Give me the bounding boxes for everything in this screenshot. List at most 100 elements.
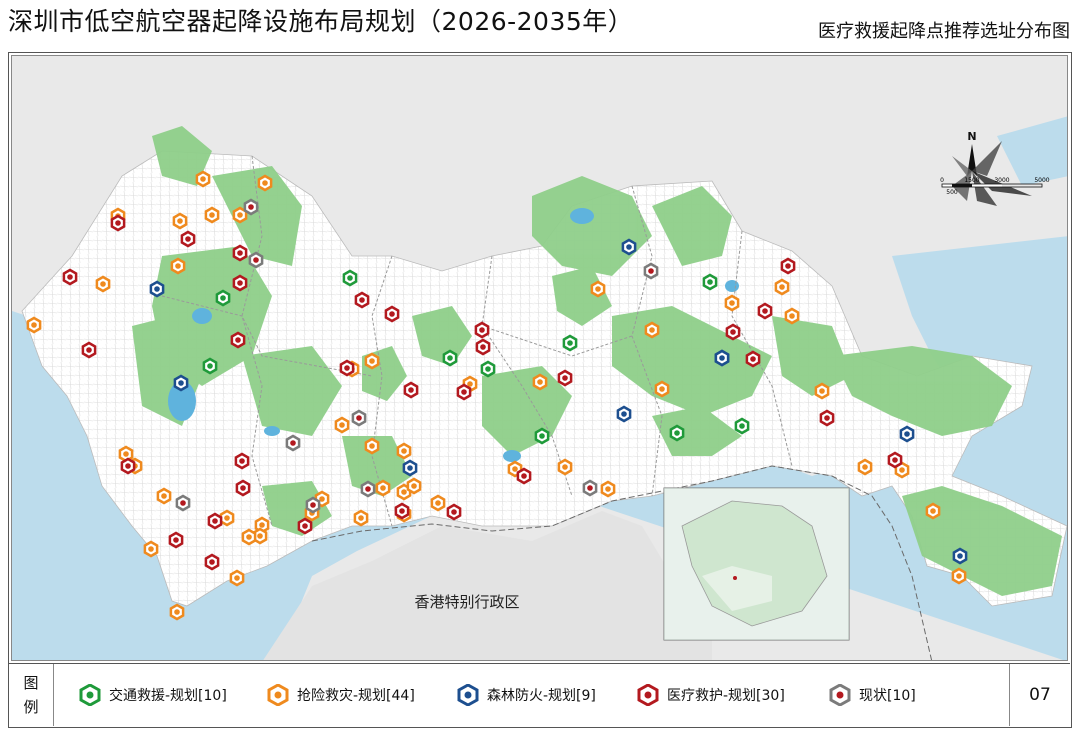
rescue-site-marker[interactable] bbox=[600, 480, 616, 498]
medical-site-marker[interactable] bbox=[62, 268, 78, 286]
medical-site-marker[interactable] bbox=[516, 467, 532, 485]
rescue-site-marker[interactable] bbox=[257, 174, 273, 192]
legend-label-traffic: 交通救援-规划[10] bbox=[109, 688, 227, 704]
medical-site-marker[interactable] bbox=[887, 451, 903, 469]
existing-site-marker[interactable] bbox=[351, 409, 367, 427]
existing-site-marker[interactable] bbox=[643, 262, 659, 280]
medical-site-marker[interactable] bbox=[230, 331, 246, 349]
forest-site-marker[interactable] bbox=[621, 238, 637, 256]
medical-site-marker[interactable] bbox=[745, 350, 761, 368]
traffic-site-marker[interactable] bbox=[669, 424, 685, 442]
forest-site-marker[interactable] bbox=[616, 405, 632, 423]
existing-site-marker[interactable] bbox=[175, 494, 191, 512]
medical-site-marker[interactable] bbox=[757, 302, 773, 320]
rescue-site-marker[interactable] bbox=[241, 528, 257, 546]
traffic-site-marker[interactable] bbox=[342, 269, 358, 287]
rescue-site-marker[interactable] bbox=[951, 567, 967, 585]
page-number: 07 bbox=[1009, 664, 1070, 726]
rescue-site-marker[interactable] bbox=[814, 382, 830, 400]
medical-site-marker[interactable] bbox=[394, 502, 410, 520]
rescue-site-marker[interactable] bbox=[172, 212, 188, 230]
medical-site-marker[interactable] bbox=[354, 291, 370, 309]
medical-site-marker[interactable] bbox=[446, 503, 462, 521]
medical-site-marker[interactable] bbox=[403, 381, 419, 399]
medical-site-marker[interactable] bbox=[234, 452, 250, 470]
rescue-site-marker[interactable] bbox=[406, 477, 422, 495]
rescue-site-marker[interactable] bbox=[353, 509, 369, 527]
rescue-site-marker[interactable] bbox=[375, 479, 391, 497]
existing-site-marker[interactable] bbox=[243, 198, 259, 216]
existing-site-marker[interactable] bbox=[360, 480, 376, 498]
traffic-site-marker[interactable] bbox=[202, 357, 218, 375]
rescue-site-marker[interactable] bbox=[644, 321, 660, 339]
medical-site-marker[interactable] bbox=[207, 512, 223, 530]
rescue-site-marker[interactable] bbox=[26, 316, 42, 334]
traffic-rescue-marker-icon bbox=[79, 684, 101, 706]
medical-site-marker[interactable] bbox=[725, 323, 741, 341]
rescue-site-marker[interactable] bbox=[557, 458, 573, 476]
traffic-site-marker[interactable] bbox=[562, 334, 578, 352]
rescue-site-marker[interactable] bbox=[532, 373, 548, 391]
rescue-site-marker[interactable] bbox=[204, 206, 220, 224]
rescue-site-marker[interactable] bbox=[219, 509, 235, 527]
existing-site-marker[interactable] bbox=[305, 496, 321, 514]
traffic-site-marker[interactable] bbox=[702, 273, 718, 291]
inset-map bbox=[663, 487, 850, 641]
medical-site-marker[interactable] bbox=[474, 321, 490, 339]
forest-site-marker[interactable] bbox=[173, 374, 189, 392]
medical-site-marker[interactable] bbox=[110, 214, 126, 232]
rescue-site-marker[interactable] bbox=[654, 380, 670, 398]
rescue-site-marker[interactable] bbox=[784, 307, 800, 325]
existing-site-marker[interactable] bbox=[285, 434, 301, 452]
medical-site-marker[interactable] bbox=[819, 409, 835, 427]
rescue-site-marker[interactable] bbox=[925, 502, 941, 520]
forest-site-marker[interactable] bbox=[952, 547, 968, 565]
rescue-site-marker[interactable] bbox=[143, 540, 159, 558]
medical-site-marker[interactable] bbox=[120, 457, 136, 475]
medical-site-marker[interactable] bbox=[557, 369, 573, 387]
medical-site-marker[interactable] bbox=[180, 230, 196, 248]
forest-site-marker[interactable] bbox=[714, 349, 730, 367]
medical-site-marker[interactable] bbox=[339, 359, 355, 377]
medical-site-marker[interactable] bbox=[168, 531, 184, 549]
rescue-site-marker[interactable] bbox=[396, 442, 412, 460]
medical-site-marker[interactable] bbox=[235, 479, 251, 497]
medical-site-marker[interactable] bbox=[456, 383, 472, 401]
medical-site-marker[interactable] bbox=[232, 244, 248, 262]
medical-rescue-marker-icon bbox=[637, 684, 659, 706]
traffic-site-marker[interactable] bbox=[215, 289, 231, 307]
existing-site-marker[interactable] bbox=[582, 479, 598, 497]
rescue-site-marker[interactable] bbox=[169, 603, 185, 621]
medical-site-marker[interactable] bbox=[297, 517, 313, 535]
rescue-site-marker[interactable] bbox=[364, 437, 380, 455]
legend: 图 例 交通救援-规划[10] 抢险救灾-规划[44] 森林防火-规划[9] 医… bbox=[9, 663, 1070, 726]
medical-site-marker[interactable] bbox=[384, 305, 400, 323]
rescue-site-marker[interactable] bbox=[857, 458, 873, 476]
rescue-site-marker[interactable] bbox=[724, 294, 740, 312]
forest-site-marker[interactable] bbox=[899, 425, 915, 443]
traffic-site-marker[interactable] bbox=[442, 349, 458, 367]
rescue-site-marker[interactable] bbox=[195, 170, 211, 188]
rescue-site-marker[interactable] bbox=[334, 416, 350, 434]
rescue-site-marker[interactable] bbox=[170, 257, 186, 275]
rescue-site-marker[interactable] bbox=[430, 494, 446, 512]
rescue-site-marker[interactable] bbox=[774, 278, 790, 296]
rescue-site-marker[interactable] bbox=[364, 352, 380, 370]
medical-site-marker[interactable] bbox=[232, 274, 248, 292]
traffic-site-marker[interactable] bbox=[480, 360, 496, 378]
medical-site-marker[interactable] bbox=[780, 257, 796, 275]
medical-site-marker[interactable] bbox=[204, 553, 220, 571]
rescue-site-marker[interactable] bbox=[95, 275, 111, 293]
medical-site-marker[interactable] bbox=[81, 341, 97, 359]
rescue-site-marker[interactable] bbox=[229, 569, 245, 587]
traffic-site-marker[interactable] bbox=[534, 427, 550, 445]
traffic-site-marker[interactable] bbox=[734, 417, 750, 435]
medical-site-marker[interactable] bbox=[475, 338, 491, 356]
forest-site-marker[interactable] bbox=[149, 280, 165, 298]
rescue-site-marker[interactable] bbox=[156, 487, 172, 505]
rescue-site-marker[interactable] bbox=[590, 280, 606, 298]
map-canvas[interactable]: 香港特别行政区 N 0 500 1500 3000 5000 bbox=[11, 55, 1068, 661]
existing-site-marker[interactable] bbox=[248, 251, 264, 269]
forest-site-marker[interactable] bbox=[402, 459, 418, 477]
legend-item-forest: 森林防火-规划[9] bbox=[457, 684, 596, 706]
